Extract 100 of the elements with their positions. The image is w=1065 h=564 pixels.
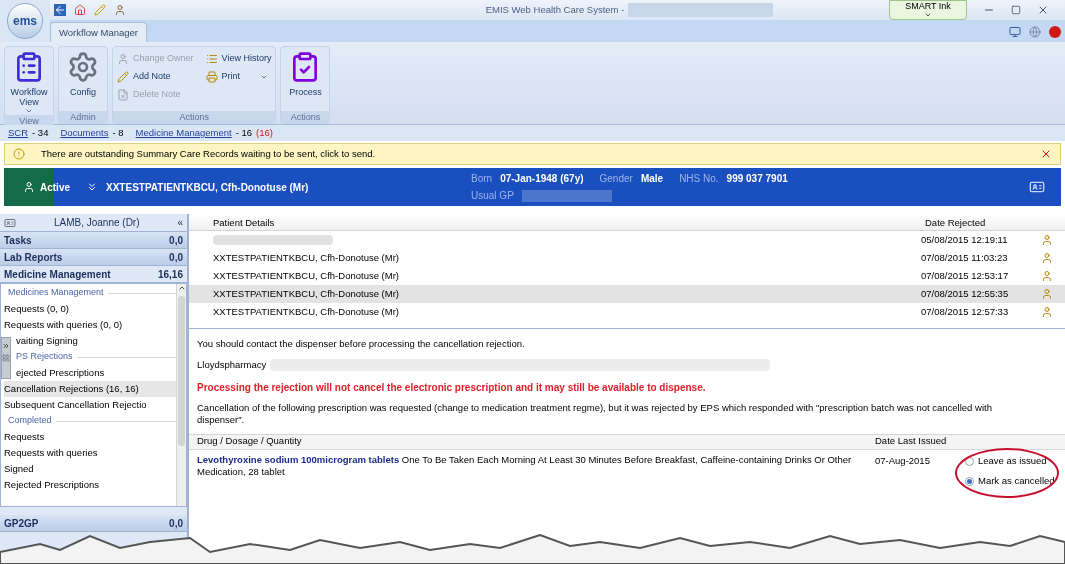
link-count: - 16 [235, 125, 253, 140]
caret-icon [924, 11, 932, 19]
sidebar-section[interactable]: Tasks 0,0 [0, 232, 187, 249]
pencil-icon[interactable] [94, 4, 106, 16]
expand-icon[interactable] [2, 342, 10, 350]
tree-item[interactable]: Requests [4, 429, 176, 445]
restore-icon[interactable] [1011, 5, 1021, 15]
person-icon [1041, 306, 1053, 318]
user-card-icon [4, 216, 16, 229]
tree-heading: Completed [8, 414, 52, 428]
app-logo[interactable]: ems [7, 3, 43, 39]
home-icon[interactable] [74, 4, 86, 16]
caret-icon [25, 107, 33, 115]
radio-button[interactable] [965, 477, 974, 486]
column-header[interactable]: Patient Details [189, 214, 925, 230]
birth-date: 07-Jan-1948 (67y) [500, 172, 584, 186]
nav-link[interactable]: Medicine Management [135, 125, 232, 141]
instruction-text: You should contact the dispenser before processing the cancellation rejection. [197, 337, 526, 351]
person-icon[interactable] [114, 4, 126, 16]
monitor-icon[interactable] [1009, 26, 1021, 38]
tree-heading: PS Rejections [16, 350, 73, 364]
radio-option[interactable]: Mark as cancelled [965, 475, 1065, 488]
table-cell-text: 05/08/2015 12:19:11 [921, 232, 1009, 247]
back-icon[interactable] [54, 4, 66, 16]
field-label: Usual GP [471, 189, 514, 203]
issue-date: 07-Aug-2015 [875, 453, 931, 468]
ribbon-item-icon [117, 71, 129, 83]
group-label: Actions [281, 111, 330, 123]
smart-ink-toolbar[interactable]: SMART Ink [889, 0, 967, 20]
ribbon-button[interactable]: Process [285, 51, 326, 97]
globe-icon[interactable] [1029, 26, 1041, 38]
ribbon-button[interactable]: Print [205, 69, 272, 85]
table-row[interactable]: XXTESTPATIENTKBCU, Cfh-Donotuse (Mr) 07/08/2015 11:03:23 [189, 249, 1065, 267]
radio-option[interactable]: Leave as issued [965, 455, 1065, 468]
ribbon-button[interactable]: Workflow View [9, 51, 49, 115]
nav-link[interactable]: SCR [8, 125, 29, 141]
table-row[interactable]: XXTESTPATIENTKBCU, Cfh-Donotuse (Mr) 07/08/2015 12:57:33 [189, 303, 1065, 321]
tree-item[interactable]: Requests (0, 0) [4, 301, 176, 317]
table-cell: XXTESTPATIENTKBCU, Cfh-Donotuse (Mr) [213, 269, 399, 281]
table-row[interactable]: XXTESTPATIENTKBCU, Cfh-Donotuse (Mr) 07/08/2015 12:55:35 [189, 285, 1065, 303]
scrollbar[interactable] [176, 284, 186, 506]
table-cell: XXTESTPATIENTKBCU, Cfh-Donotuse (Mr) [213, 251, 399, 263]
table-row[interactable]: 05/08/2015 12:19:11 [189, 231, 1065, 249]
nav-link[interactable]: Documents [60, 125, 109, 141]
table-cell-text: 07/08/2015 12:57:33 [921, 304, 1010, 319]
drug-description: Levothyroxine sodium 100microgram tablets One To Be Taken Each Morning At Least 30 Minutes Before Breakfast, Caffeine-containing Drinks Or Other Medication, 28 tablet [196, 453, 853, 479]
ribbon-tab[interactable]: Workflow Manager [50, 22, 148, 42]
table-cell-text: 07/08/2015 12:53:17 [921, 268, 1010, 283]
person-icon [1041, 234, 1053, 246]
tree-item[interactable]: Cancellation Rejections (16, 16) [4, 381, 176, 397]
close-icon[interactable] [1040, 148, 1052, 160]
person-icon [1041, 288, 1053, 300]
dispenser-name: Lloydspharmacy [197, 358, 267, 373]
user-name: LAMB, Joanne (Dr) [52, 216, 141, 230]
scroll-up-icon [177, 284, 186, 292]
tree-item[interactable]: Requests with queries [4, 445, 176, 461]
window-title: EMIS Web Health Care System - [485, 2, 625, 17]
table-cell-text: 07/08/2015 12:55:35 [921, 286, 1010, 301]
column-header[interactable]: Date Last Issued [875, 434, 1065, 449]
sidebar-section[interactable]: Lab Reports 0,0 [0, 249, 187, 266]
id-card-icon[interactable] [1029, 179, 1045, 195]
explanation-text: Cancellation of the following prescription was requested (change to medication treatment regme), but it was rejected by EPS which responded with "prescription batch was not cancelled with dispenser". [197, 401, 993, 426]
group-label: Admin [59, 111, 107, 123]
ribbon-button[interactable]: Add Note [117, 69, 194, 85]
tree-item[interactable]: ejected Prescriptions [16, 365, 105, 381]
ribbon-item-icon [117, 53, 129, 65]
notice-text: There are outstanding Summary Care Records waiting to be sent, click to send. [41, 146, 377, 161]
expand-icon[interactable] [86, 181, 98, 193]
table-cell: XXTESTPATIENTKBCU, Cfh-Donotuse (Mr) [213, 305, 399, 317]
tree-item[interactable]: Subsequent Cancellation Rejectio [4, 397, 176, 413]
warning-icon [13, 148, 25, 160]
person-icon [1041, 270, 1053, 282]
ribbon-button[interactable]: Config [63, 51, 103, 97]
alert-icon[interactable] [1049, 26, 1061, 38]
warning-text: Processing the rejection will not cancel the electronic prescription and it may still be available to dispense. [197, 380, 707, 395]
radio-button[interactable] [965, 457, 974, 466]
column-header[interactable]: Date Rejected [925, 214, 1065, 230]
table-cell-text: 07/08/2015 11:03:23 [921, 250, 1009, 265]
grid-icon[interactable] [2, 354, 10, 362]
field-label: Gender [599, 172, 633, 186]
patient-name: XXTESTPATIENTKBCU, Cfh-Donotuse (Mr) [106, 180, 310, 195]
notice-bar[interactable]: There are outstanding Summary Care Records waiting to be sent, click to send. [4, 143, 1061, 165]
tree-item[interactable]: Requests with queries (0, 0) [4, 317, 176, 333]
table-row[interactable]: XXTESTPATIENTKBCU, Cfh-Donotuse (Mr) 07/08/2015 12:53:17 [189, 267, 1065, 285]
collapse-toggle[interactable]: « [177, 215, 183, 230]
gear-icon [67, 51, 99, 83]
field-label: NHS No. [679, 172, 719, 186]
alert-count: (16) [256, 125, 273, 140]
column-header[interactable]: Drug / Dosage / Quantity [189, 434, 875, 449]
ribbon-button[interactable]: View History [205, 51, 272, 67]
close-icon[interactable] [1037, 4, 1049, 16]
gender-value: Male [640, 172, 664, 186]
table-cell: XXTESTPATIENTKBCU, Cfh-Donotuse (Mr) [213, 287, 399, 299]
person-icon [1041, 252, 1053, 264]
patient-status-icon [23, 181, 35, 193]
tree-item[interactable]: Signed [4, 461, 176, 477]
tree-item[interactable]: vaiting Signing [16, 333, 78, 349]
tree-item[interactable]: Rejected Prescriptions [4, 477, 176, 493]
sidebar-section[interactable]: GP2GP 0,0 [0, 515, 187, 532]
link-count: - 34 [32, 125, 49, 140]
